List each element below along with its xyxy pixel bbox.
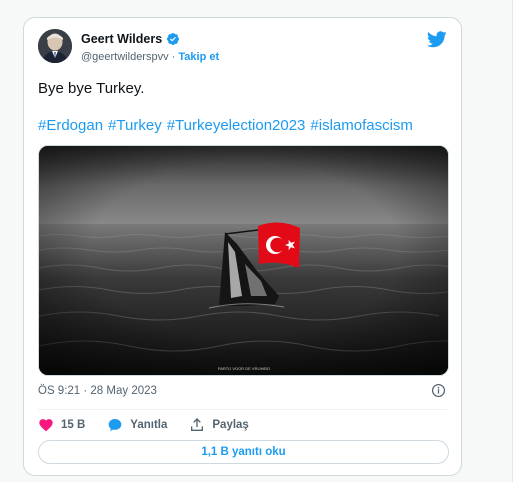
read-replies-button[interactable]: 1,1 B yanıtı oku bbox=[38, 440, 449, 464]
author-row: Geert Wilders bbox=[81, 32, 180, 46]
hashtag-row: #Erdogan #Turkey #Turkeyelection2023 #is… bbox=[38, 117, 413, 134]
handle-separator: · bbox=[171, 51, 176, 63]
twitter-bird-icon[interactable] bbox=[427, 31, 447, 48]
tweet-actions: 15 B Yanıtla Paylaş bbox=[38, 416, 271, 434]
heart-icon bbox=[39, 419, 53, 432]
share-button[interactable]: Paylaş bbox=[189, 417, 249, 433]
like-count: 15 B bbox=[61, 419, 86, 431]
handle-row: @geertwilderspvv · Takip et bbox=[81, 51, 219, 63]
hashtag-link[interactable]: #Turkeyelection2023 bbox=[167, 117, 306, 134]
media-watermark: PARTIJ VOOR DE VRIJHEID bbox=[218, 366, 270, 371]
page-scrollbar-edge bbox=[512, 0, 521, 482]
author-name[interactable]: Geert Wilders bbox=[81, 32, 162, 46]
hashtag-link[interactable]: #islamofascism bbox=[310, 117, 413, 134]
share-label: Paylaş bbox=[212, 419, 249, 431]
reply-bubble-icon bbox=[108, 419, 122, 431]
reply-label: Yanıtla bbox=[130, 419, 168, 431]
like-button[interactable]: 15 B bbox=[38, 417, 85, 433]
divider bbox=[38, 409, 447, 410]
hashtag-link[interactable]: #Erdogan bbox=[38, 117, 103, 134]
tweet-media-image[interactable]: PARTIJ VOOR DE VRIJHEID bbox=[38, 145, 449, 376]
avatar[interactable] bbox=[38, 29, 72, 63]
tweet-text: Bye bye Turkey. bbox=[38, 80, 145, 97]
tweet-card: Geert Wilders @geertwilderspvv · Takip e… bbox=[23, 17, 462, 476]
info-icon[interactable] bbox=[431, 383, 446, 398]
follow-button[interactable]: Takip et bbox=[178, 51, 219, 63]
author-handle[interactable]: @geertwilderspvv bbox=[81, 51, 169, 63]
verified-badge-icon bbox=[167, 33, 180, 45]
hashtag-link[interactable]: #Turkey bbox=[108, 117, 162, 134]
reply-button[interactable]: Yanıtla bbox=[107, 417, 167, 433]
share-icon bbox=[191, 418, 204, 431]
tweet-timestamp[interactable]: ÖS 9:21 · 28 May 2023 bbox=[38, 385, 157, 397]
